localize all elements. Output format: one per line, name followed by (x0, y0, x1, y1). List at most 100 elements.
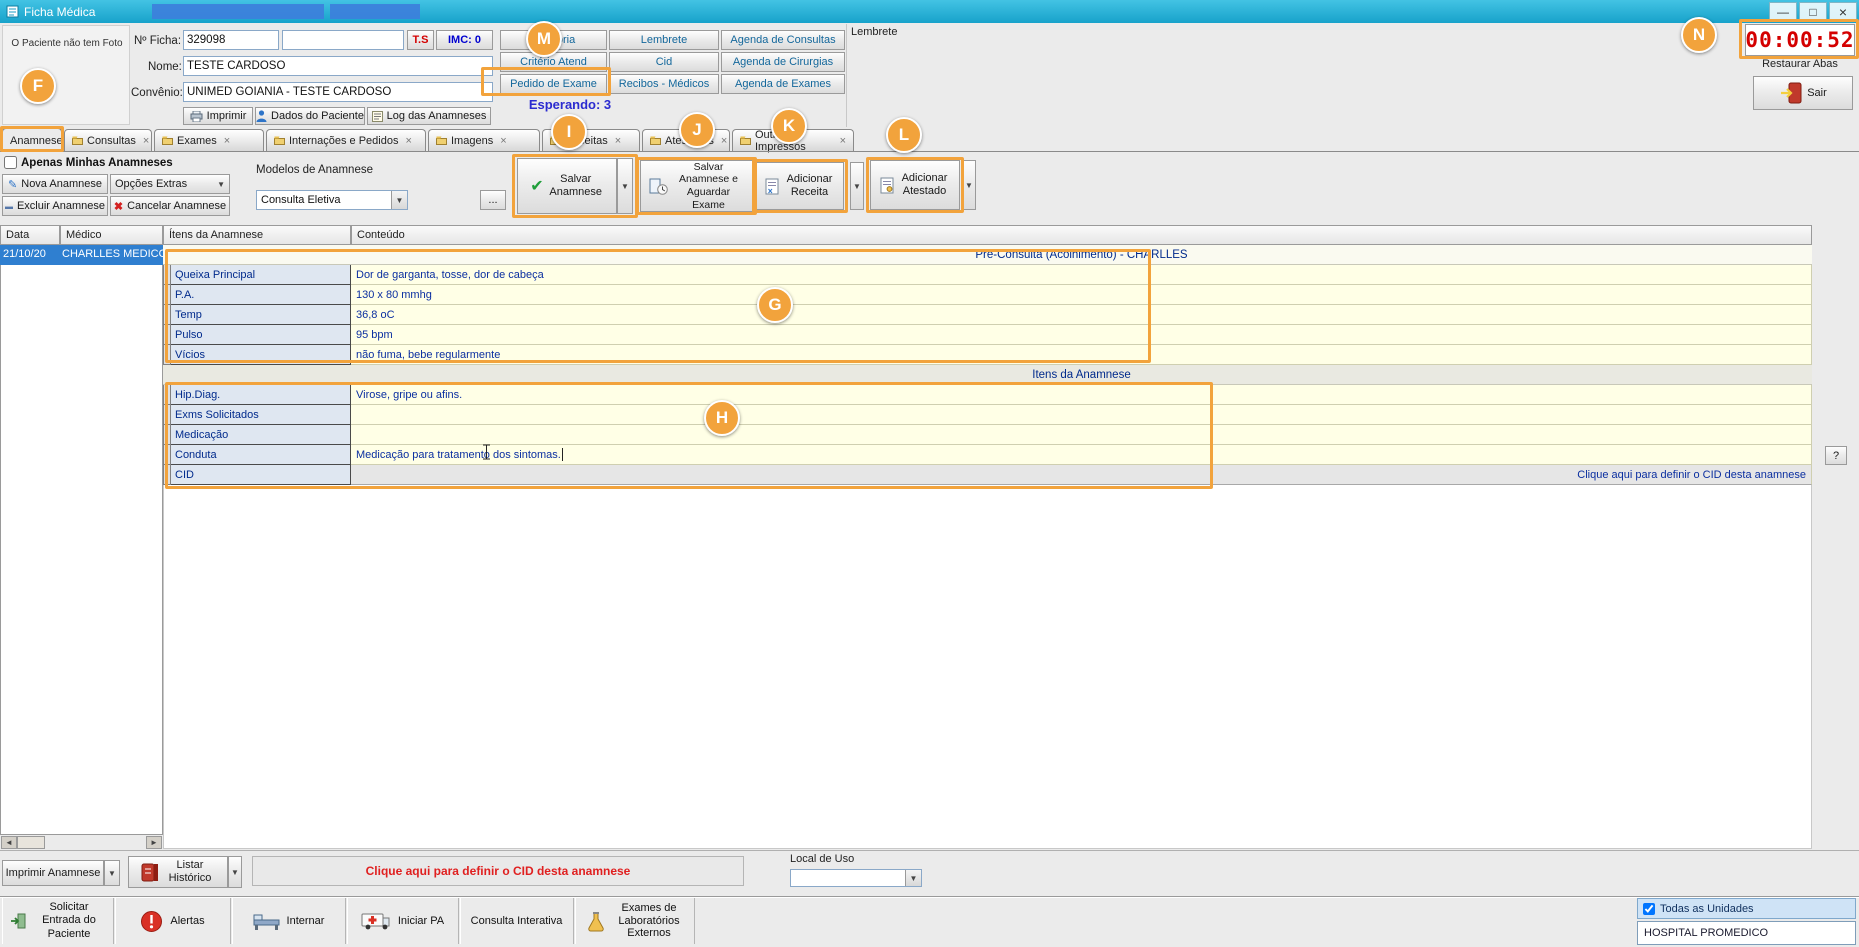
chevron-down-icon[interactable]: ▼ (391, 191, 407, 209)
row-selector[interactable] (163, 385, 171, 405)
column-header-medico[interactable]: Médico (60, 225, 163, 245)
row-selector[interactable] (163, 345, 171, 365)
nova-anamnese-button[interactable]: ✎ Nova Anamnese (2, 174, 108, 194)
row-selector[interactable] (163, 445, 171, 465)
listar-historico-dropdown[interactable]: ▼ (228, 856, 242, 888)
tab-anamnese[interactable]: Anamnese (2, 128, 62, 152)
section-pre-consulta: Pré-Consulta (Acolhimento) - CHARLLES (163, 245, 1812, 265)
todas-unidades-checkbox[interactable] (1643, 903, 1655, 915)
internar-button[interactable]: Internar (232, 898, 346, 944)
tab-imagens[interactable]: Imagens× (428, 129, 540, 151)
sair-button[interactable]: Sair (1753, 76, 1853, 110)
ficha-input[interactable] (183, 30, 279, 50)
listar-historico-button[interactable]: Listar Histórico (128, 856, 228, 888)
item-value[interactable]: Dor de garganta, tosse, dor de cabeça (351, 265, 1812, 285)
chevron-down-icon[interactable]: ▼ (905, 870, 921, 886)
scrollbar-thumb[interactable] (17, 836, 45, 849)
excluir-anamnese-button[interactable]: ▬ Excluir Anamnese (2, 196, 108, 216)
imprimir-anamnese-button[interactable]: Imprimir Anamnese (2, 860, 104, 886)
tab-close-icon[interactable]: × (615, 135, 621, 147)
cid-banner[interactable]: Clique aqui para definir o CID desta ana… (252, 856, 744, 886)
adicionar-atestado-button[interactable]: Adicionar Atestado (870, 160, 960, 210)
local-de-uso-select[interactable]: ▼ (790, 869, 922, 887)
alertas-button[interactable]: Alertas (115, 898, 231, 944)
salvar-anamnese-button[interactable]: ✔ Salvar Anamnese (517, 158, 617, 214)
grid-row: P.A. 130 x 80 mmhg (163, 285, 1812, 305)
item-value[interactable]: não fuma, bebe regularmente (351, 345, 1812, 365)
row-selector[interactable] (163, 305, 171, 325)
dados-paciente-button[interactable]: Dados do Paciente (255, 107, 365, 125)
row-selector[interactable] (163, 425, 171, 445)
cancelar-anamnese-button[interactable]: ✖ Cancelar Anamnese (110, 196, 230, 216)
item-value-conduta[interactable]: Medicação para tratamento dos sintomas. (351, 445, 1812, 465)
row-selector[interactable] (163, 465, 171, 485)
cid-definir-link[interactable]: Clique aqui para definir o CID desta ana… (351, 465, 1812, 485)
row-selector[interactable] (163, 405, 171, 425)
modelo-select[interactable]: Consulta Eletiva ▼ (256, 190, 408, 210)
agenda-exames-button[interactable]: Agenda de Exames (721, 74, 845, 94)
scrollbar-right-arrow[interactable]: ► (146, 836, 162, 849)
salvar-aguardar-exame-button[interactable]: Salvar Anamnese e Aguardar Exame (640, 160, 754, 212)
item-value[interactable]: 130 x 80 mmhg (351, 285, 1812, 305)
tab-internacoes[interactable]: Internações e Pedidos× (266, 129, 426, 151)
pedido-exame-button[interactable]: Pedido de Exame (500, 74, 607, 94)
tab-close-icon[interactable]: × (500, 135, 506, 147)
consulta-interativa-button[interactable]: Consulta Interativa (460, 898, 574, 944)
tab-close-icon[interactable]: × (405, 135, 411, 147)
agenda-consultas-button[interactable]: Agenda de Consultas (721, 30, 845, 50)
recibos-medicos-button[interactable]: Recibos - Médicos (609, 74, 719, 94)
tab-close-icon[interactable]: × (143, 135, 149, 147)
todas-unidades-row: Todas as Unidades (1637, 898, 1856, 919)
scrollbar-left-arrow[interactable]: ◄ (1, 836, 17, 849)
adicionar-receita-dropdown[interactable]: ▼ (850, 162, 864, 210)
cid-button[interactable]: Cid (609, 52, 719, 72)
ficha-medica-window: Ficha Médica — □ × O Paciente não tem Fo… (0, 0, 1859, 947)
imprimir-button[interactable]: Imprimir (183, 107, 253, 125)
anamnese-list-row[interactable]: 21/10/20 CHARLLES MEDICO (0, 245, 163, 265)
criterio-atend-button[interactable]: Critério Atend (500, 52, 607, 72)
tab-consultas[interactable]: Consultas× (64, 129, 152, 151)
hospital-name-box: HOSPITAL PROMEDICO (1637, 921, 1856, 945)
restaurar-abas-button[interactable]: Restaurar Abas (1745, 58, 1855, 72)
minimize-button[interactable]: — (1769, 2, 1797, 21)
salvar-anamnese-dropdown[interactable]: ▼ (617, 158, 633, 214)
tab-close-icon[interactable]: × (721, 135, 727, 147)
log-anamneses-button[interactable]: Log das Anamneses (367, 107, 491, 125)
row-selector[interactable] (163, 285, 171, 305)
close-button[interactable]: × (1829, 2, 1857, 21)
lembrete-button[interactable]: Lembrete (609, 30, 719, 50)
item-value[interactable] (351, 425, 1812, 445)
hospital-name: HOSPITAL PROMEDICO (1644, 927, 1768, 939)
item-value[interactable] (351, 405, 1812, 425)
item-value[interactable]: Virose, gripe ou afins. (351, 385, 1812, 405)
tab-close-icon[interactable]: × (224, 135, 230, 147)
item-value[interactable]: 36,8 oC (351, 305, 1812, 325)
solicitar-entrada-button[interactable]: Solicitar Entrada do Paciente (2, 898, 114, 944)
row-selector[interactable] (163, 265, 171, 285)
annotation-marker-M: M (526, 21, 562, 57)
apenas-minhas-checkbox[interactable] (4, 156, 17, 169)
nome-input[interactable] (183, 56, 493, 76)
grid-header-itens[interactable]: Ítens da Anamnese (163, 225, 351, 245)
modelo-browse-button[interactable]: ... (480, 190, 506, 210)
ts-button[interactable]: T.S (407, 30, 434, 50)
ficha-secondary-input[interactable] (282, 30, 404, 50)
imprimir-anamnese-dropdown[interactable]: ▼ (104, 860, 120, 886)
agenda-cirurgias-button[interactable]: Agenda de Cirurgias (721, 52, 845, 72)
opcoes-extras-button[interactable]: Opções Extras ▼ (110, 174, 230, 194)
tab-exames[interactable]: Exames× (154, 129, 264, 151)
convenio-input[interactable] (183, 82, 493, 102)
column-header-data[interactable]: Data (0, 225, 60, 245)
maximize-button[interactable]: □ (1799, 2, 1827, 21)
tab-close-icon[interactable]: × (840, 135, 846, 147)
adicionar-receita-button[interactable]: Adicionar Receita (756, 162, 844, 210)
lembrete-panel-label: Lembrete (851, 26, 1740, 38)
help-button[interactable]: ? (1825, 446, 1847, 465)
row-selector[interactable] (163, 325, 171, 345)
grid-header-conteudo[interactable]: Conteúdo (351, 225, 1812, 245)
item-value[interactable]: 95 bpm (351, 325, 1812, 345)
exames-lab-button[interactable]: Exames de Laboratórios Externos (575, 898, 695, 944)
adicionar-atestado-dropdown[interactable]: ▼ (962, 160, 976, 210)
iniciar-pa-button[interactable]: Iniciar PA (347, 898, 459, 944)
annotation-marker-J: J (679, 112, 715, 148)
